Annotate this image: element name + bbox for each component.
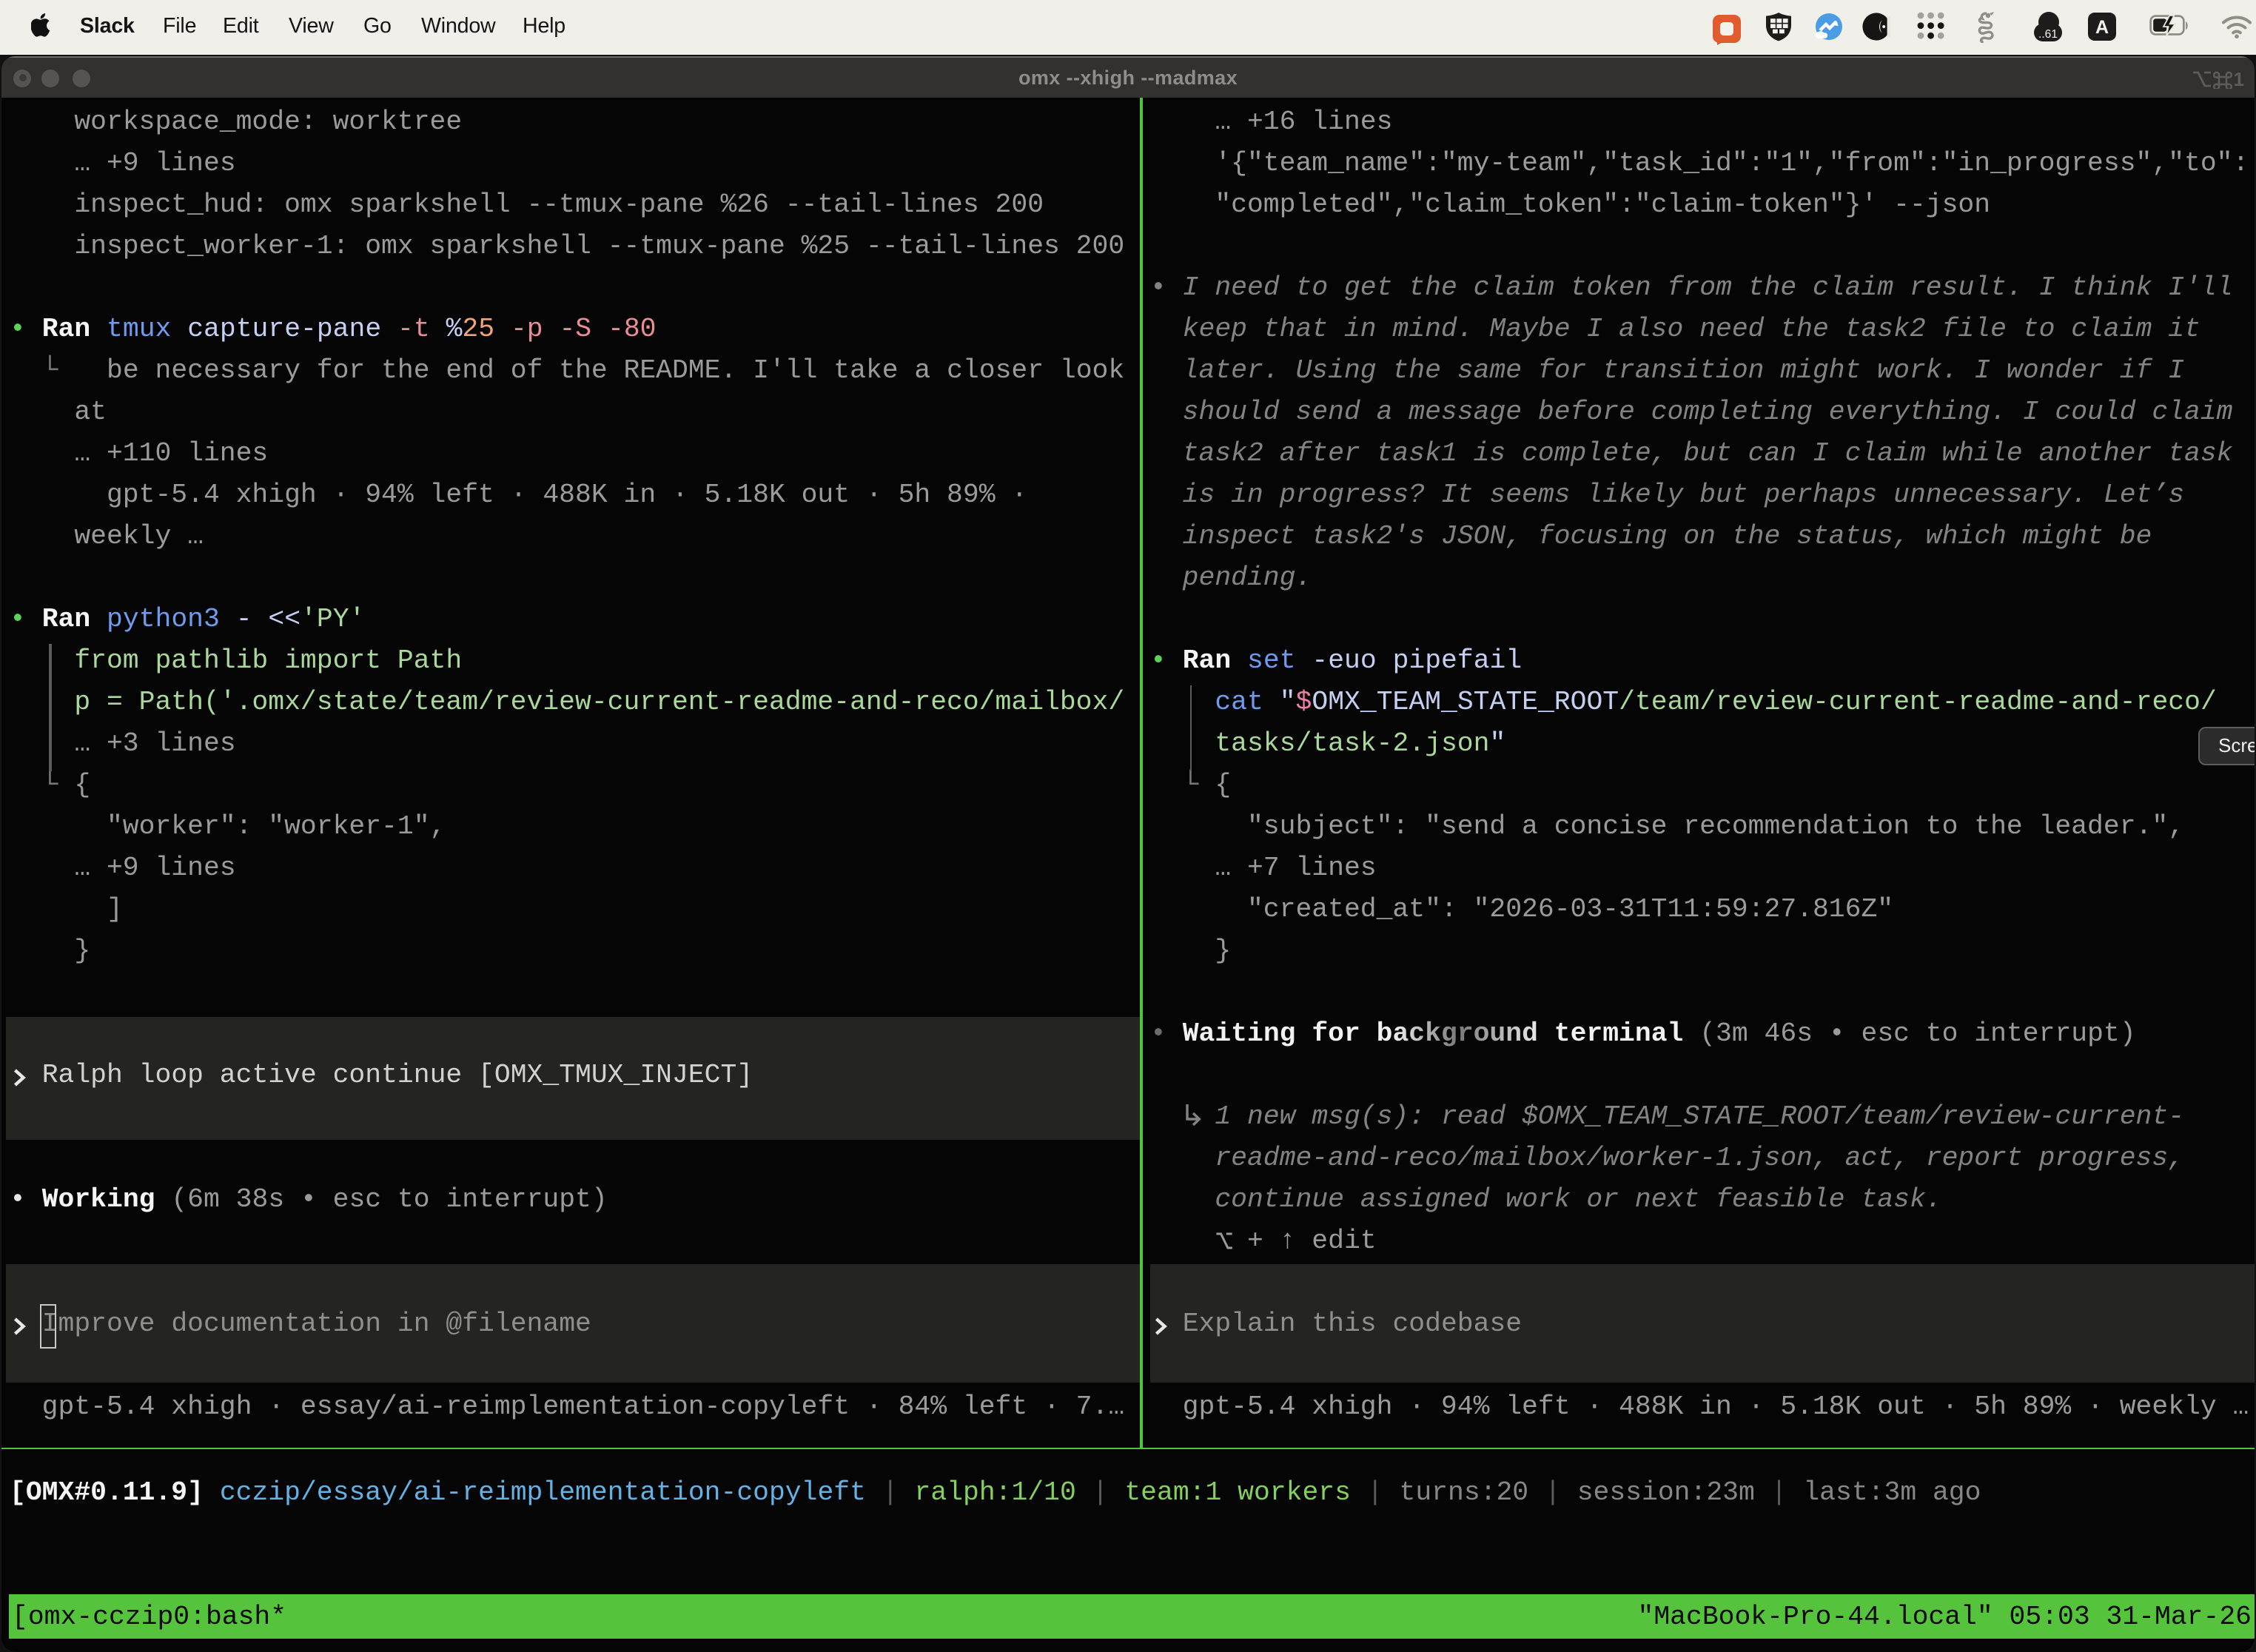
svg-text:..61: ..61 <box>2038 27 2058 40</box>
svg-text:A: A <box>2095 17 2109 38</box>
